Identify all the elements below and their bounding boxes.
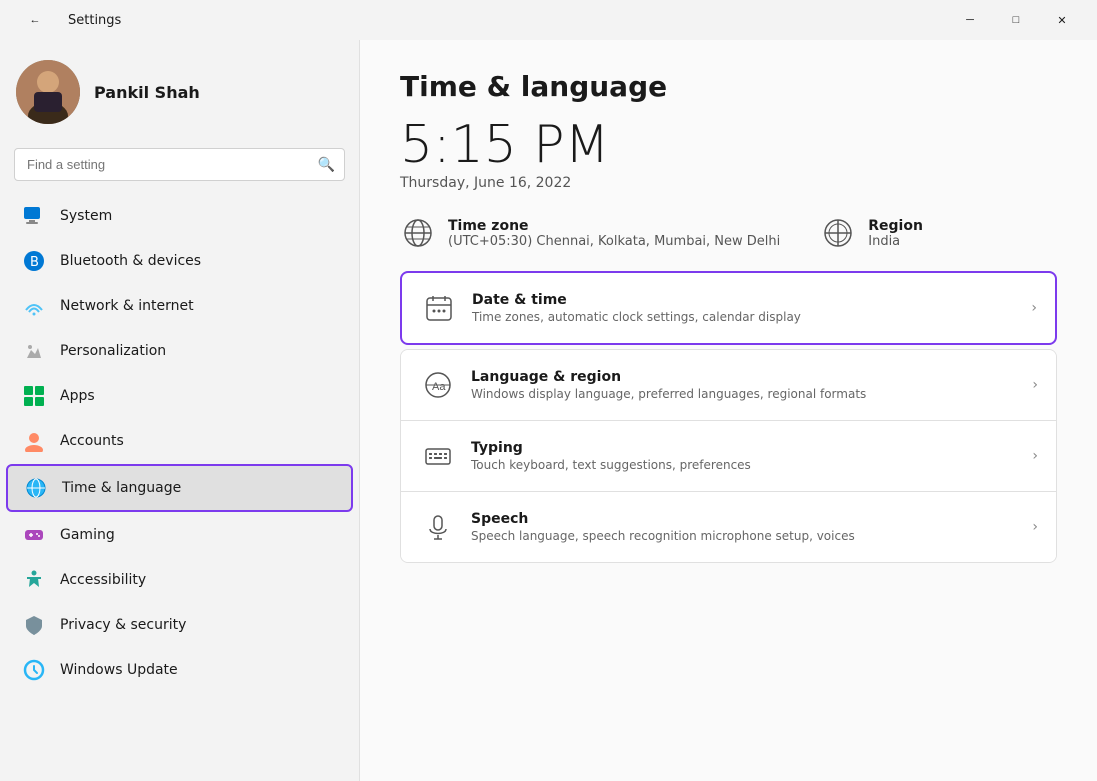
- timezone-value: (UTC+05:30) Chennai, Kolkata, Mumbai, Ne…: [448, 234, 780, 249]
- profile-name: Pankil Shah: [94, 83, 200, 102]
- region-item: Region India: [820, 215, 923, 251]
- typing-icon: [419, 437, 457, 475]
- svg-text:B: B: [30, 255, 39, 270]
- search-input[interactable]: [14, 148, 345, 181]
- svg-text:Aa: Aa: [432, 381, 446, 393]
- sidebar-item-gaming[interactable]: Gaming: [6, 513, 353, 557]
- accounts-label: Accounts: [60, 433, 124, 449]
- accounts-icon: [22, 429, 46, 453]
- typing-text: Typing Touch keyboard, text suggestions,…: [471, 440, 1032, 472]
- settings-card-date-time[interactable]: Date & time Time zones, automatic clock …: [400, 271, 1057, 345]
- maximize-button[interactable]: □: [993, 4, 1039, 36]
- settings-card-language-region[interactable]: Aa Language & region Windows display lan…: [401, 350, 1056, 421]
- sidebar-item-windows-update[interactable]: Windows Update: [6, 648, 353, 692]
- date-display: Thursday, June 16, 2022: [400, 175, 1057, 191]
- titlebar-controls: ─ □ ✕: [947, 4, 1085, 36]
- titlebar-left: ← Settings: [12, 4, 121, 36]
- timezone-text: Time zone (UTC+05:30) Chennai, Kolkata, …: [448, 218, 780, 249]
- sidebar-item-personalization[interactable]: Personalization: [6, 329, 353, 373]
- system-label: System: [60, 208, 112, 224]
- sidebar-item-accessibility[interactable]: Accessibility: [6, 558, 353, 602]
- timezone-region-row: Time zone (UTC+05:30) Chennai, Kolkata, …: [400, 215, 1057, 251]
- sidebar-item-privacy-security[interactable]: Privacy & security: [6, 603, 353, 647]
- language-region-title: Language & region: [471, 369, 1032, 385]
- language-region-icon: Aa: [419, 366, 457, 404]
- windows-update-label: Windows Update: [60, 662, 178, 678]
- speech-text: Speech Speech language, speech recogniti…: [471, 511, 1032, 543]
- network-label: Network & internet: [60, 298, 194, 314]
- time-display: 5:15 PM: [400, 119, 1057, 171]
- apps-label: Apps: [60, 388, 95, 404]
- time-language-icon: [24, 476, 48, 500]
- accessibility-label: Accessibility: [60, 572, 146, 588]
- main-content: Time & language 5:15 PM Thursday, June 1…: [360, 40, 1097, 781]
- titlebar-title: Settings: [68, 13, 121, 28]
- avatar-image: [16, 60, 80, 124]
- region-value: India: [868, 234, 923, 249]
- gaming-label: Gaming: [60, 527, 115, 543]
- sidebar-item-accounts[interactable]: Accounts: [6, 419, 353, 463]
- sidebar-item-time-language[interactable]: Time & language: [6, 464, 353, 512]
- personalization-label: Personalization: [60, 343, 166, 359]
- typing-desc: Touch keyboard, text suggestions, prefer…: [471, 458, 1032, 472]
- region-text: Region India: [868, 218, 923, 249]
- language-region-chevron: ›: [1032, 377, 1038, 393]
- region-label: Region: [868, 218, 923, 234]
- windows-update-icon: [22, 658, 46, 682]
- typing-title: Typing: [471, 440, 1032, 456]
- settings-card-typing[interactable]: Typing Touch keyboard, text suggestions,…: [401, 421, 1056, 492]
- language-region-desc: Windows display language, preferred lang…: [471, 387, 1032, 401]
- timezone-item: Time zone (UTC+05:30) Chennai, Kolkata, …: [400, 215, 780, 251]
- date-time-chevron: ›: [1031, 300, 1037, 316]
- accessibility-icon: [22, 568, 46, 592]
- app-body: Pankil Shah 🔍 System B Bluetooth & devic…: [0, 40, 1097, 781]
- date-time-title: Date & time: [472, 292, 1031, 308]
- privacy-security-icon: [22, 613, 46, 637]
- date-time-text: Date & time Time zones, automatic clock …: [472, 292, 1031, 324]
- date-time-desc: Time zones, automatic clock settings, ca…: [472, 310, 1031, 324]
- bluetooth-label: Bluetooth & devices: [60, 253, 201, 269]
- page-title: Time & language: [400, 70, 1057, 103]
- timezone-label: Time zone: [448, 218, 780, 234]
- date-time-icon: [420, 289, 458, 327]
- system-icon: [22, 204, 46, 228]
- close-button[interactable]: ✕: [1039, 4, 1085, 36]
- personalization-icon: [22, 339, 46, 363]
- time-language-label: Time & language: [62, 480, 181, 496]
- timezone-icon: [400, 215, 436, 251]
- sidebar: Pankil Shah 🔍 System B Bluetooth & devic…: [0, 40, 360, 781]
- titlebar: ← Settings ─ □ ✕: [0, 0, 1097, 40]
- sidebar-item-network[interactable]: Network & internet: [6, 284, 353, 328]
- avatar: [16, 60, 80, 124]
- profile-section[interactable]: Pankil Shah: [0, 40, 359, 144]
- back-button[interactable]: ←: [12, 4, 58, 36]
- settings-list: Date & time Time zones, automatic clock …: [400, 271, 1057, 567]
- apps-icon: [22, 384, 46, 408]
- nav-list: System B Bluetooth & devices Network & i…: [0, 193, 359, 693]
- settings-card-speech[interactable]: Speech Speech language, speech recogniti…: [401, 492, 1056, 562]
- region-icon: [820, 215, 856, 251]
- cards-group-language: Aa Language & region Windows display lan…: [400, 349, 1057, 563]
- sidebar-item-system[interactable]: System: [6, 194, 353, 238]
- bluetooth-icon: B: [22, 249, 46, 273]
- speech-title: Speech: [471, 511, 1032, 527]
- speech-chevron: ›: [1032, 519, 1038, 535]
- speech-icon: [419, 508, 457, 546]
- sidebar-item-bluetooth[interactable]: B Bluetooth & devices: [6, 239, 353, 283]
- search-icon: 🔍: [318, 157, 335, 173]
- minimize-button[interactable]: ─: [947, 4, 993, 36]
- gaming-icon: [22, 523, 46, 547]
- typing-chevron: ›: [1032, 448, 1038, 464]
- privacy-security-label: Privacy & security: [60, 617, 186, 633]
- search-box: 🔍: [14, 148, 345, 181]
- sidebar-item-apps[interactable]: Apps: [6, 374, 353, 418]
- speech-desc: Speech language, speech recognition micr…: [471, 529, 1032, 543]
- language-region-text: Language & region Windows display langua…: [471, 369, 1032, 401]
- network-icon: [22, 294, 46, 318]
